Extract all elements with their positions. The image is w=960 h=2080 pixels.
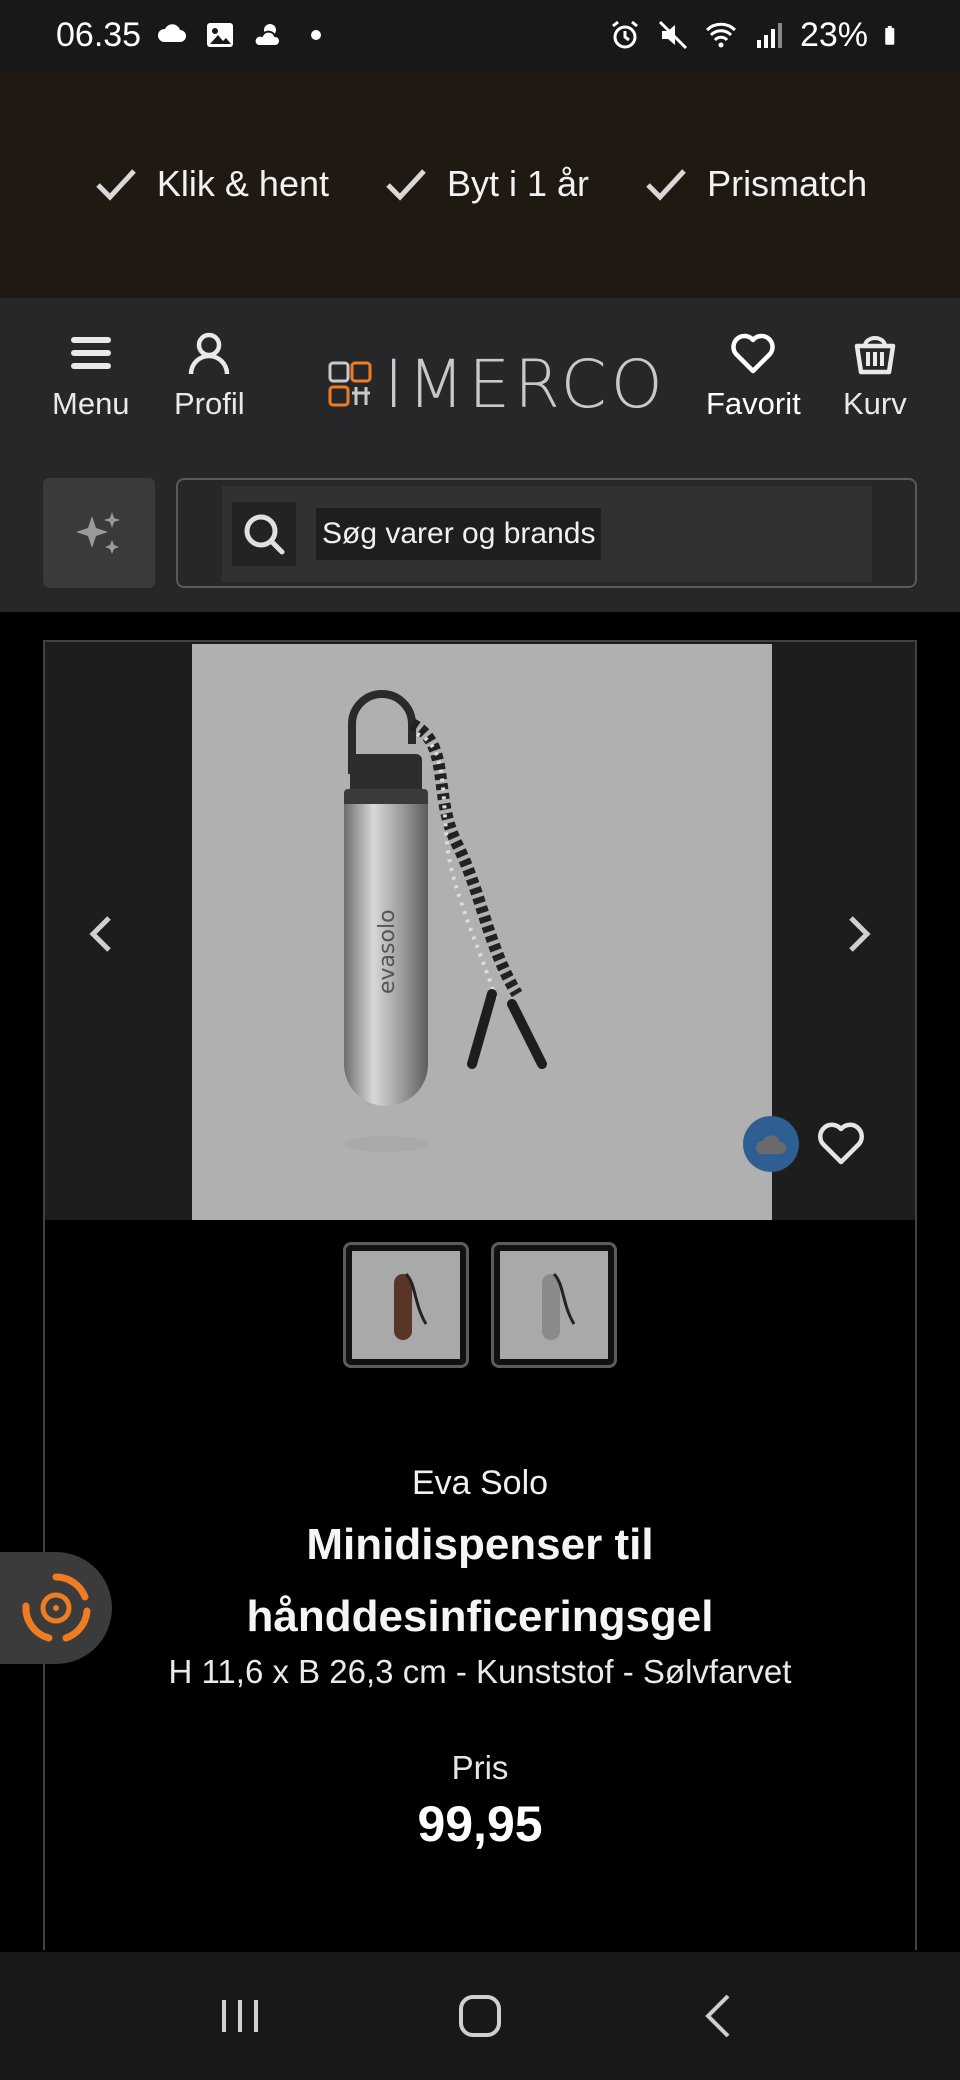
favorite-label: Favorit bbox=[706, 386, 801, 421]
home-icon[interactable] bbox=[450, 1986, 510, 2046]
search-icon bbox=[244, 514, 285, 555]
logo-mark-icon bbox=[328, 361, 372, 406]
menu-label: Menu bbox=[52, 386, 130, 421]
system-navigation-bar bbox=[0, 1952, 960, 2080]
cloud-icon bbox=[158, 24, 187, 42]
chevron-left-icon[interactable] bbox=[81, 912, 125, 956]
product-page: evasolo Eva Solo Minidispenser til håndd… bbox=[43, 640, 917, 1950]
wifi-icon bbox=[705, 22, 736, 48]
battery-percent: 23% bbox=[799, 15, 868, 54]
alarm-icon bbox=[612, 20, 638, 49]
recycle-wheel-icon bbox=[22, 1573, 91, 1642]
basket-icon bbox=[854, 336, 896, 375]
product-title: Minidispenser til hånddesinficeringsgel bbox=[45, 1509, 915, 1653]
profile-label: Profil bbox=[174, 386, 245, 421]
thumbnail-bronze-image bbox=[394, 1272, 428, 1340]
product-illustration: evasolo bbox=[344, 690, 547, 1152]
favorite-button[interactable]: Favorit bbox=[706, 328, 801, 422]
status-bar: 06.35 23% bbox=[0, 0, 960, 70]
battery-icon bbox=[885, 25, 895, 45]
sparkle-icon bbox=[76, 512, 120, 554]
check-icon bbox=[96, 169, 136, 201]
promo-label: Byt i 1 år bbox=[447, 163, 590, 204]
image-gallery[interactable]: evasolo bbox=[45, 642, 915, 1220]
dot-icon bbox=[311, 30, 322, 40]
promo-item-exchange: Byt i 1 år bbox=[383, 161, 589, 207]
check-icon bbox=[386, 169, 426, 201]
promo-label: Klik & hent bbox=[156, 163, 329, 204]
image-icon bbox=[207, 23, 234, 47]
profile-button[interactable]: Profil bbox=[174, 328, 245, 422]
search-button[interactable] bbox=[232, 502, 296, 566]
imerco-logo[interactable]: IMERCO bbox=[328, 346, 667, 423]
cart-button[interactable]: Kurv bbox=[843, 328, 907, 422]
signal-icon bbox=[756, 23, 782, 48]
menu-button[interactable]: Menu bbox=[52, 328, 130, 422]
back-icon[interactable] bbox=[690, 1986, 750, 2046]
chevron-right-icon[interactable] bbox=[835, 912, 879, 956]
product-title-line: hånddesinficeringsgel bbox=[246, 1592, 714, 1641]
ai-assistant-button[interactable] bbox=[43, 478, 155, 588]
status-time: 06.35 bbox=[56, 15, 142, 54]
cloud-icon bbox=[755, 1135, 786, 1154]
logo-text: IMERCO bbox=[384, 346, 667, 423]
promo-item-click-collect: Klik & hent bbox=[93, 161, 329, 207]
promo-bar: Klik & hent Byt i 1 år Prismatch bbox=[0, 70, 960, 298]
heart-icon[interactable] bbox=[813, 1116, 869, 1172]
promo-label: Prismatch bbox=[707, 163, 868, 204]
recent-apps-icon[interactable] bbox=[210, 1986, 270, 2046]
product-subtitle: H 11,6 x B 26,3 cm - Kunststof - Sølvfar… bbox=[168, 1653, 792, 1690]
promo-item-pricematch: Prismatch bbox=[643, 161, 867, 207]
user-icon bbox=[189, 332, 230, 375]
product-price: 99,95 bbox=[417, 1796, 543, 1852]
search-input[interactable]: Søg varer og brands bbox=[316, 508, 602, 560]
product-engraving: evasolo bbox=[375, 909, 400, 994]
product-info: Eva Solo Minidispenser til hånddesinfice… bbox=[45, 1452, 915, 1853]
price-label: Pris bbox=[451, 1749, 509, 1786]
heart-icon bbox=[731, 333, 776, 374]
mute-icon bbox=[658, 20, 687, 50]
site-header: Menu Profil IMERCO Favorit Kurv Søg vare… bbox=[0, 298, 960, 612]
search-field[interactable]: Søg varer og brands bbox=[222, 486, 872, 582]
weather-icon bbox=[253, 24, 282, 47]
thumbnail-strip bbox=[45, 1242, 915, 1368]
product-brand[interactable]: Eva Solo bbox=[45, 1464, 915, 1503]
product-title-line: Minidispenser til bbox=[306, 1520, 654, 1569]
thumbnail-bronze[interactable] bbox=[343, 1242, 469, 1368]
cart-label: Kurv bbox=[843, 386, 907, 421]
hamburger-icon bbox=[70, 337, 111, 369]
product-image: evasolo bbox=[192, 644, 772, 1220]
check-icon bbox=[646, 169, 686, 201]
search-bar[interactable]: Søg varer og brands bbox=[176, 478, 917, 588]
floating-recycle-button[interactable] bbox=[0, 1552, 112, 1664]
thumbnail-silver-image bbox=[542, 1272, 576, 1340]
cloud-badge[interactable] bbox=[743, 1116, 799, 1172]
thumbnail-silver[interactable] bbox=[491, 1242, 617, 1368]
